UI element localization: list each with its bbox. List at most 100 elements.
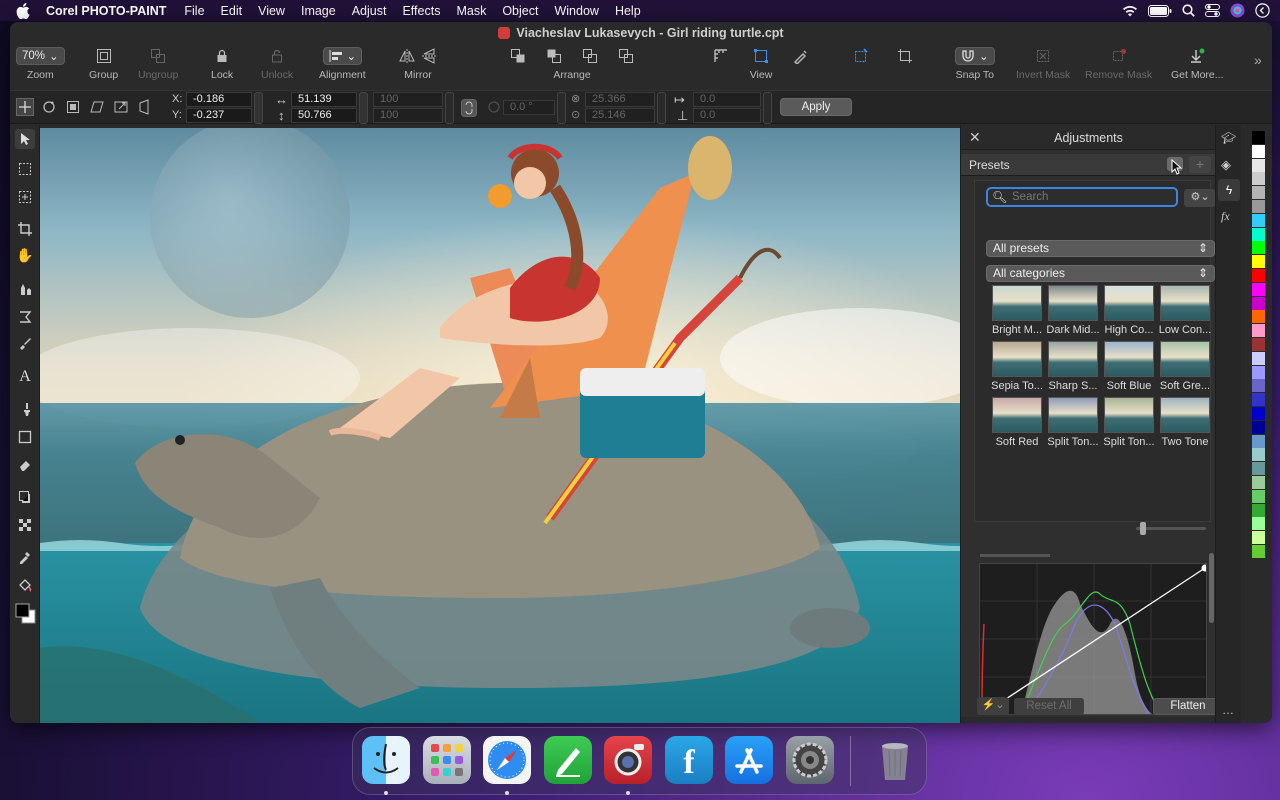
dock-safari-icon[interactable] — [483, 736, 531, 784]
histogram-curve[interactable] — [979, 563, 1207, 715]
toolbar-overflow-icon[interactable]: » — [1254, 52, 1262, 68]
palette-swatch[interactable] — [1252, 365, 1265, 379]
quick-adjust-button[interactable]: ⚡⌄ — [977, 697, 1009, 715]
alignment-dropdown[interactable]: ⌄ — [322, 47, 363, 65]
drop-shadow-tool[interactable] — [15, 487, 35, 507]
menu-adjust[interactable]: Adjust — [344, 4, 395, 18]
dock-system-preferences-icon[interactable] — [786, 736, 834, 784]
rectangle-mask-tool[interactable] — [15, 159, 35, 179]
hints-tab-icon[interactable]: 🎓︎ — [1221, 131, 1236, 145]
lock-ratio-icon[interactable] — [461, 99, 477, 117]
palette-swatch[interactable] — [1252, 269, 1265, 282]
palette-swatch[interactable] — [1252, 420, 1265, 434]
preset-item[interactable]: Two Tone — [1158, 397, 1212, 448]
preset-item[interactable]: Low Con... — [1158, 285, 1212, 336]
text-tool[interactable]: A — [15, 367, 35, 387]
remove-mask-button[interactable]: Remove Mask — [1085, 46, 1152, 81]
menu-image[interactable]: Image — [293, 4, 344, 18]
battery-icon[interactable] — [1148, 4, 1172, 17]
mirror-buttons[interactable]: Mirror — [399, 46, 437, 81]
flatten-button[interactable]: Flatten — [1153, 698, 1223, 715]
preset-item[interactable]: Soft Red — [990, 397, 1044, 448]
docker-scrollbar[interactable] — [1209, 553, 1214, 623]
presets-toggle-button[interactable] — [1167, 157, 1183, 175]
y-position-field[interactable]: -0.237 — [186, 108, 252, 123]
palette-swatch[interactable] — [1252, 503, 1265, 517]
get-more-button[interactable]: Get More... — [1171, 46, 1224, 81]
preset-item[interactable]: High Co... — [1102, 285, 1156, 336]
palette-swatch[interactable] — [1252, 407, 1265, 420]
notification-center-icon[interactable] — [1255, 3, 1270, 18]
perspective-mode-icon[interactable] — [136, 98, 154, 116]
zoom-dropdown[interactable]: 70% ⌄ — [16, 47, 65, 65]
palette-swatch[interactable] — [1252, 172, 1265, 186]
x-position-field[interactable]: -0.186 — [186, 92, 252, 107]
width-field[interactable]: 51.139 — [291, 92, 357, 107]
menu-app-name[interactable]: Corel PHOTO-PAINT — [46, 4, 176, 18]
menu-window[interactable]: Window — [546, 4, 606, 18]
palette-swatch[interactable] — [1252, 324, 1265, 338]
thumbnail-size-slider[interactable] — [1136, 522, 1206, 535]
menu-object[interactable]: Object — [494, 4, 546, 18]
more-options-icon[interactable]: … — [1222, 703, 1234, 717]
palette-swatch[interactable] — [1252, 476, 1265, 489]
forward-one-icon[interactable] — [546, 48, 562, 64]
preset-item[interactable]: Soft Blue — [1102, 341, 1156, 392]
position-stepper[interactable] — [254, 92, 263, 124]
menu-edit[interactable]: Edit — [213, 4, 251, 18]
brush-view-icon[interactable] — [793, 48, 809, 64]
smear-tool[interactable] — [15, 307, 35, 327]
group-button[interactable]: Group — [89, 46, 118, 81]
rotation-x-field[interactable]: 25.366 — [585, 92, 655, 107]
siri-icon[interactable] — [1230, 3, 1245, 18]
scale-height-field[interactable]: 100 — [373, 108, 443, 123]
slider-thumb[interactable] — [1140, 522, 1146, 535]
dock-finder-icon[interactable] — [362, 736, 410, 784]
dock-app-store-icon[interactable] — [725, 736, 773, 784]
eyedropper-tool[interactable] — [15, 547, 35, 567]
dock-trash-icon[interactable] — [871, 736, 919, 784]
transparency-tool[interactable] — [15, 515, 35, 535]
crop-frame-icon[interactable] — [897, 48, 913, 64]
palette-swatch[interactable] — [1252, 351, 1265, 365]
palette-swatch[interactable] — [1252, 489, 1265, 503]
unlock-button[interactable]: Unlock — [261, 46, 293, 81]
color-swatch[interactable] — [15, 603, 37, 625]
presets-filter-dropdown[interactable]: All presets ⇕ — [986, 240, 1215, 257]
apple-icon[interactable] — [0, 2, 46, 19]
preset-item[interactable]: Split Ton... — [1102, 397, 1156, 448]
eraser-tool[interactable] — [15, 455, 35, 475]
palette-swatch[interactable] — [1252, 144, 1265, 158]
dock-pages-icon[interactable] — [544, 736, 592, 784]
fill-tool[interactable] — [15, 575, 35, 595]
preset-item[interactable]: Sepia To... — [990, 341, 1044, 392]
spotlight-icon[interactable] — [1182, 4, 1195, 17]
palette-swatch[interactable] — [1252, 531, 1265, 545]
preset-item[interactable]: Sharp S... — [1046, 341, 1100, 392]
height-field[interactable]: 50.766 — [291, 108, 357, 123]
crop-tool[interactable] — [15, 219, 35, 239]
palette-swatch[interactable] — [1252, 282, 1265, 296]
menu-view[interactable]: View — [250, 4, 293, 18]
palette-swatch[interactable] — [1252, 200, 1265, 213]
size-stepper[interactable] — [359, 92, 368, 124]
palette-swatch[interactable] — [1252, 296, 1265, 310]
adjustments-tab-icon[interactable]: ϟ — [1218, 179, 1240, 201]
skew-horizontal-field[interactable]: 0.0 — [693, 92, 761, 107]
add-preset-button[interactable]: + — [1189, 156, 1211, 173]
bounding-box-icon[interactable] — [753, 48, 769, 64]
dock-launchpad-icon[interactable] — [423, 736, 471, 784]
menu-file[interactable]: File — [176, 4, 212, 18]
effect-tool[interactable] — [15, 333, 35, 353]
rotation-y-field[interactable]: 25.146 — [585, 108, 655, 123]
invert-mask-button[interactable]: Invert Mask — [1016, 46, 1070, 81]
snap-to-dropdown[interactable]: ⌄ — [955, 47, 995, 65]
palette-swatch[interactable] — [1252, 517, 1265, 531]
view-buttons[interactable]: View — [713, 46, 809, 81]
mirror-vertical-icon[interactable] — [421, 48, 437, 64]
skew-vertical-field[interactable]: 0.0 — [693, 108, 761, 123]
palette-swatch[interactable] — [1252, 131, 1265, 144]
palette-swatch[interactable] — [1252, 393, 1265, 407]
lock-button[interactable]: Lock — [211, 46, 233, 81]
control-center-icon[interactable] — [1205, 4, 1220, 17]
